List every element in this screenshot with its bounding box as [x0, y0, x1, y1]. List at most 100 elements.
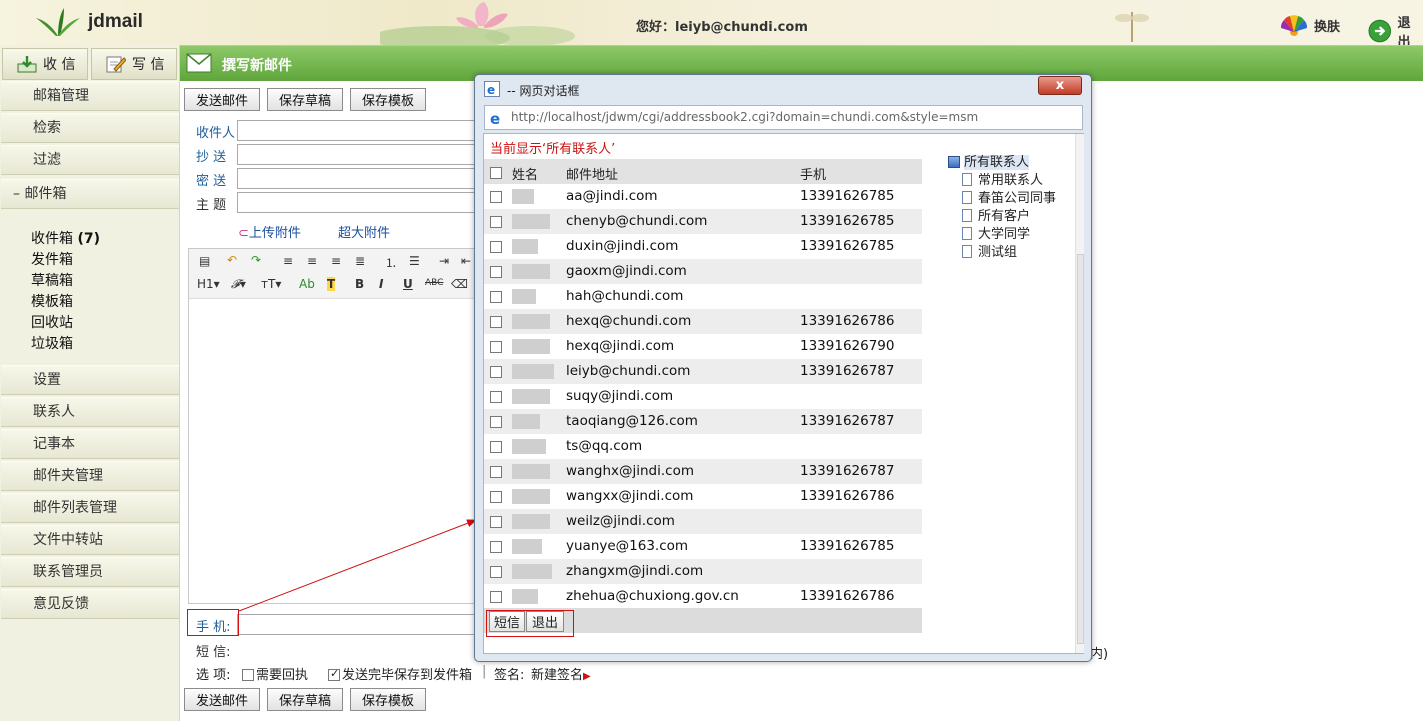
contact-row[interactable]: weilz@jindi.com [484, 509, 922, 534]
source-icon[interactable]: ▤ [199, 254, 210, 268]
folder-sent[interactable]: 发件箱 [31, 249, 73, 269]
contact-row[interactable]: wangxx@jindi.com 13391626786 [484, 484, 922, 509]
tree-group-colleagues[interactable]: 春笛公司同事 [962, 187, 1056, 206]
contact-row[interactable]: wanghx@jindi.com 13391626787 [484, 459, 922, 484]
font-family-icon[interactable]: 𝓕▾ [231, 277, 246, 292]
to-input[interactable] [237, 120, 477, 141]
save-draft-button-bottom[interactable]: 保存草稿 [267, 688, 343, 711]
sidebar-item-notebook[interactable]: 记事本 [1, 429, 179, 459]
bcc-input[interactable] [237, 168, 477, 189]
receive-mail-button[interactable]: 收 信 [2, 48, 88, 80]
save-draft-button-top[interactable]: 保存草稿 [267, 88, 343, 111]
rich-text-editor[interactable]: ▤ ↶ ↷ ≡ ≡ ≡ ≣ ⒈ ☰ ⇥ ⇤ H1▾ 𝓕▾ тT▾ Ab T B … [188, 248, 478, 604]
contact-row[interactable]: zhangxm@jindi.com [484, 559, 922, 584]
contact-checkbox[interactable] [490, 566, 502, 578]
sidebar-item-contact-admin[interactable]: 联系管理员 [1, 557, 179, 587]
strikethrough-icon[interactable]: ABC [425, 278, 443, 288]
folder-inbox[interactable]: 收件箱 (7) [31, 228, 100, 248]
new-signature-link[interactable]: 新建签名▶ [531, 664, 591, 683]
folder-drafts[interactable]: 草稿箱 [31, 270, 73, 290]
contact-checkbox[interactable] [490, 541, 502, 553]
font-size-icon[interactable]: тT▾ [261, 277, 281, 291]
folder-junk[interactable]: 垃圾箱 [31, 333, 73, 353]
folder-recycle[interactable]: 回收站 [31, 312, 73, 332]
contact-checkbox[interactable] [490, 266, 502, 278]
need-receipt-option[interactable]: 需要回执 [242, 664, 308, 683]
save-sent-checkbox[interactable] [328, 667, 340, 681]
contact-checkbox[interactable] [490, 366, 502, 378]
send-mail-button-top[interactable]: 发送邮件 [184, 88, 260, 111]
sidebar-item-contacts[interactable]: 联系人 [1, 397, 179, 427]
contact-checkbox[interactable] [490, 216, 502, 228]
italic-icon[interactable]: I [379, 277, 383, 291]
tree-group-classmates[interactable]: 大学同学 [962, 223, 1030, 242]
bold-icon[interactable]: B [355, 277, 364, 291]
contact-checkbox[interactable] [490, 316, 502, 328]
undo-icon[interactable]: ↶ [227, 253, 237, 267]
contact-checkbox[interactable] [490, 491, 502, 503]
align-right-icon[interactable]: ≡ [331, 254, 341, 268]
contact-row[interactable]: hah@chundi.com [484, 284, 922, 309]
contact-row[interactable]: yuanye@163.com 13391626785 [484, 534, 922, 559]
underline-icon[interactable]: U [403, 277, 413, 291]
save-template-button-top[interactable]: 保存模板 [350, 88, 426, 111]
contact-checkbox[interactable] [490, 291, 502, 303]
contact-checkbox[interactable] [490, 341, 502, 353]
select-all-checkbox[interactable] [490, 167, 502, 179]
outdent-icon[interactable]: ⇤ [461, 254, 471, 268]
exit-button[interactable]: 退出 [526, 611, 564, 632]
sidebar-item-file-transfer[interactable]: 文件中转站 [1, 525, 179, 555]
dialog-scrollbar[interactable] [1075, 134, 1084, 653]
contact-row[interactable]: aa@jindi.com 13391626785 [484, 184, 922, 209]
highlight-icon[interactable]: T [327, 277, 336, 291]
tree-group-test[interactable]: 测试组 [962, 241, 1017, 260]
tree-group-frequent[interactable]: 常用联系人 [962, 169, 1043, 188]
tree-root-all-contacts[interactable]: 所有联系人 [948, 151, 1030, 170]
sidebar-item-mailbox-manage[interactable]: 邮箱管理 [1, 81, 179, 111]
scrollbar-thumb[interactable] [1077, 254, 1084, 644]
contact-row[interactable]: taoqiang@126.com 13391626787 [484, 409, 922, 434]
save-sent-option[interactable]: 发送完毕保存到发件箱 [328, 664, 472, 683]
sms-button[interactable]: 短信 [489, 611, 525, 632]
contact-row[interactable]: chenyb@chundi.com 13391626785 [484, 209, 922, 234]
contact-row[interactable]: hexq@jindi.com 13391626790 [484, 334, 922, 359]
send-mail-button-bottom[interactable]: 发送邮件 [184, 688, 260, 711]
contact-row[interactable]: duxin@jindi.com 13391626785 [484, 234, 922, 259]
contact-checkbox[interactable] [490, 416, 502, 428]
sidebar-section-mailbox[interactable]: – 邮件箱 [1, 179, 179, 209]
write-mail-button[interactable]: 写 信 [91, 48, 177, 80]
contact-checkbox[interactable] [490, 591, 502, 603]
contact-row[interactable]: ts@qq.com [484, 434, 922, 459]
sidebar-item-settings[interactable]: 设置 [1, 365, 179, 395]
mobile-input[interactable] [237, 614, 475, 635]
contact-checkbox[interactable] [490, 516, 502, 528]
sidebar-item-folder-manage[interactable]: 邮件夹管理 [1, 461, 179, 491]
sidebar-item-filter[interactable]: 过滤 [1, 145, 179, 175]
contact-row[interactable]: hexq@chundi.com 13391626786 [484, 309, 922, 334]
skin-button[interactable]: 换肤 [1280, 12, 1340, 38]
contact-checkbox[interactable] [490, 466, 502, 478]
contact-checkbox[interactable] [490, 191, 502, 203]
dialog-close-button[interactable]: x [1038, 76, 1082, 95]
heading-icon[interactable]: H1▾ [197, 277, 220, 291]
font-color-icon[interactable]: Ab [299, 277, 315, 291]
sidebar-item-feedback[interactable]: 意见反馈 [1, 589, 179, 619]
sidebar-item-mailing-list[interactable]: 邮件列表管理 [1, 493, 179, 523]
redo-icon[interactable]: ↷ [251, 253, 261, 267]
contact-checkbox[interactable] [490, 241, 502, 253]
align-center-icon[interactable]: ≡ [307, 254, 317, 268]
big-attachment-link[interactable]: 超大附件 [338, 222, 390, 241]
bullet-list-icon[interactable]: ☰ [409, 254, 420, 268]
subject-input[interactable] [237, 192, 477, 213]
folder-templates[interactable]: 模板箱 [31, 291, 73, 311]
contact-row[interactable]: suqy@jindi.com [484, 384, 922, 409]
contact-row[interactable]: gaoxm@jindi.com [484, 259, 922, 284]
indent-icon[interactable]: ⇥ [439, 254, 449, 268]
justify-icon[interactable]: ≣ [355, 254, 365, 268]
align-left-icon[interactable]: ≡ [283, 254, 293, 268]
contact-checkbox[interactable] [490, 441, 502, 453]
contact-row[interactable]: zhehua@chuxiong.gov.cn 13391626786 [484, 584, 922, 609]
contact-checkbox[interactable] [490, 391, 502, 403]
sidebar-item-search[interactable]: 检索 [1, 113, 179, 143]
tree-group-customers[interactable]: 所有客户 [962, 205, 1030, 224]
